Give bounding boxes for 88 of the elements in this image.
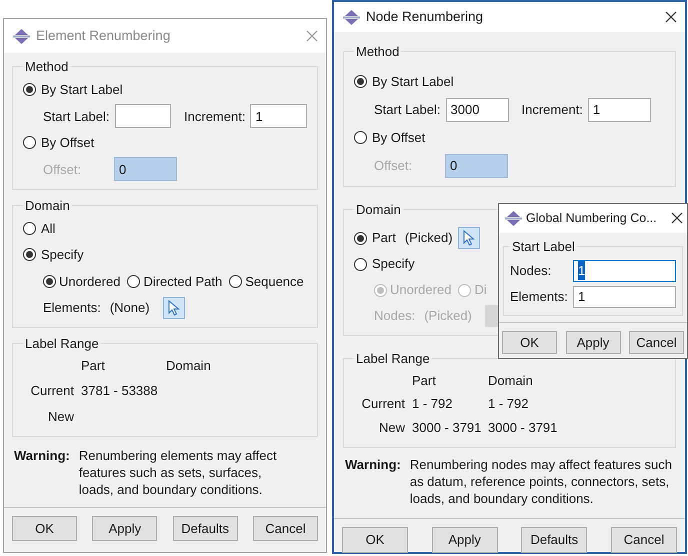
field-label: Elements: bbox=[43, 299, 101, 318]
app-icon bbox=[13, 28, 30, 44]
range-value: 3000 - 3791 bbox=[412, 418, 482, 437]
group-title: Start Label bbox=[511, 239, 576, 255]
window-title: Node Renumbering bbox=[366, 8, 484, 26]
radio-button[interactable] bbox=[354, 75, 367, 88]
dialog-button[interactable]: Defaults bbox=[521, 527, 588, 553]
column-header: Domain bbox=[488, 372, 534, 390]
field-label: Nodes: bbox=[510, 262, 552, 280]
group-title: Label Range bbox=[24, 336, 100, 352]
input-field[interactable] bbox=[114, 104, 172, 128]
field-label: Increment: bbox=[184, 108, 246, 126]
radio-button[interactable] bbox=[127, 274, 140, 288]
warning-label: Warning: bbox=[14, 447, 70, 466]
input-field[interactable]: 3000 bbox=[446, 98, 508, 122]
field-label: Offset: bbox=[43, 160, 82, 179]
radio-button[interactable] bbox=[23, 248, 36, 262]
field-label: Nodes: bbox=[374, 307, 416, 326]
field-label: Start Label: bbox=[43, 108, 110, 126]
dialog-button[interactable]: OK bbox=[12, 516, 77, 541]
radio-label: Specify bbox=[372, 255, 415, 274]
group-title: Domain bbox=[24, 198, 71, 214]
range-value: 1 - 792 bbox=[488, 395, 530, 414]
radio-label: Di bbox=[474, 281, 487, 300]
radio-button[interactable] bbox=[354, 131, 367, 144]
row-label: Current bbox=[360, 395, 406, 414]
column-header: Domain bbox=[166, 356, 212, 375]
radio-button[interactable] bbox=[354, 258, 367, 271]
input-field[interactable]: 1 bbox=[573, 286, 676, 308]
dialog-button[interactable]: OK bbox=[502, 331, 557, 354]
row-label: New bbox=[46, 408, 75, 426]
dialog-button[interactable]: Cancel bbox=[252, 516, 318, 541]
cursor-icon bbox=[168, 300, 180, 316]
radio-label: Specify bbox=[41, 246, 84, 264]
dialog-button[interactable]: Apply bbox=[566, 331, 620, 354]
dialog-button[interactable]: Apply bbox=[432, 527, 498, 553]
window-title: Global Numbering Co... bbox=[526, 210, 658, 228]
radio-label: All bbox=[41, 220, 56, 238]
radio-button[interactable] bbox=[354, 232, 367, 245]
dialog-button[interactable]: Apply bbox=[92, 516, 158, 541]
group-title: Label Range bbox=[355, 351, 431, 367]
cursor-icon bbox=[462, 230, 475, 246]
radio-label: Unordered bbox=[390, 281, 452, 300]
radio-label: By Start Label bbox=[372, 72, 454, 91]
range-value: 1 - 792 bbox=[412, 395, 454, 414]
selection-value: (None) bbox=[110, 299, 150, 318]
pick-button[interactable] bbox=[162, 296, 185, 319]
input-field[interactable]: 1 bbox=[573, 260, 676, 282]
row-label: New bbox=[378, 418, 406, 437]
field-label: Offset: bbox=[374, 156, 414, 175]
group-title: Method bbox=[24, 59, 70, 75]
radio-label: By Start Label bbox=[41, 81, 123, 100]
field-label: Elements: bbox=[510, 288, 568, 306]
app-icon bbox=[505, 211, 522, 226]
selection-value: (Picked) bbox=[424, 307, 472, 326]
radio-button[interactable] bbox=[23, 222, 36, 235]
dialog-button[interactable]: Defaults bbox=[172, 516, 238, 541]
window-title: Element Renumbering bbox=[36, 26, 172, 45]
picked-label: (Picked) bbox=[404, 229, 453, 248]
radio-button[interactable] bbox=[43, 274, 56, 288]
field-label: Start Label: bbox=[374, 100, 440, 119]
radio-label: By Offset bbox=[41, 134, 94, 152]
dialog-button[interactable]: Cancel bbox=[629, 331, 684, 354]
radio-label: Sequence bbox=[245, 272, 304, 291]
radio-button[interactable] bbox=[23, 136, 36, 150]
column-header: Part bbox=[412, 372, 437, 390]
range-value: 3781 - 53388 bbox=[81, 382, 159, 400]
dialog-button[interactable]: OK bbox=[342, 527, 408, 553]
radio-button[interactable] bbox=[23, 83, 36, 96]
radio-label: Part bbox=[372, 229, 396, 248]
input-field[interactable]: 1 bbox=[250, 104, 307, 128]
pick-button[interactable] bbox=[458, 227, 480, 250]
group-title: Method bbox=[355, 44, 400, 60]
radio-label: Directed Path bbox=[143, 272, 222, 291]
warning-text: Renumbering nodes may affect features such as datum, reference points, connectors, sets, loads, and boundary conditions. bbox=[410, 456, 673, 508]
dialog-button[interactable]: Cancel bbox=[610, 527, 677, 553]
radio-button[interactable] bbox=[229, 274, 242, 288]
radio-label: Unordered bbox=[59, 272, 120, 291]
warning-text: Renumbering elements may affect features such as sets, surfaces, loads, and boundary conditions. bbox=[78, 447, 278, 498]
column-header: Part bbox=[81, 356, 106, 375]
field-label: Increment: bbox=[522, 100, 583, 119]
app-icon bbox=[343, 10, 360, 24]
warning-label: Warning: bbox=[345, 456, 401, 474]
radio-label: By Offset bbox=[372, 128, 426, 147]
group-title: Domain bbox=[355, 202, 402, 218]
row-label: Current bbox=[30, 382, 75, 400]
range-value: 3000 - 3791 bbox=[488, 418, 558, 437]
input-field[interactable]: 1 bbox=[588, 98, 651, 122]
